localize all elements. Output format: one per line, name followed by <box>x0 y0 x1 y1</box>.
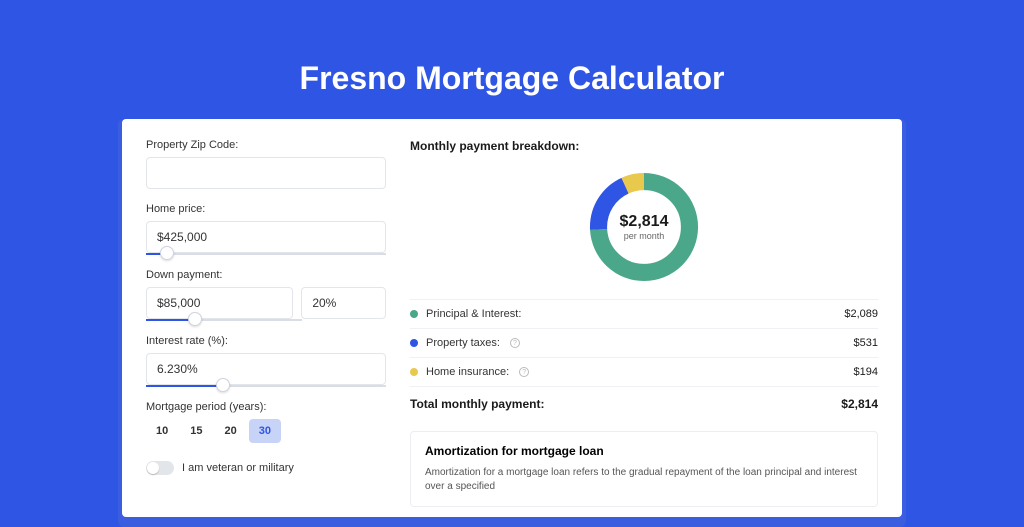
veteran-row: I am veteran or military <box>146 461 386 475</box>
donut-chart: $2,814 per month <box>584 167 704 287</box>
zip-label: Property Zip Code: <box>146 139 386 151</box>
interest-input[interactable] <box>146 353 386 385</box>
slider-thumb[interactable] <box>188 312 202 326</box>
legend-value: $2,089 <box>844 308 878 320</box>
down-payment-field: Down payment: <box>146 269 386 321</box>
home-price-slider[interactable] <box>146 253 386 255</box>
donut-chart-wrap: $2,814 per month <box>410 163 878 299</box>
breakdown-heading: Monthly payment breakdown: <box>410 139 878 153</box>
down-payment-slider[interactable] <box>146 319 302 321</box>
legend-taxes: Property taxes: ? $531 <box>410 328 878 357</box>
down-payment-input[interactable] <box>146 287 293 319</box>
period-15[interactable]: 15 <box>180 419 212 443</box>
donut-center: $2,814 per month <box>584 167 704 287</box>
zip-input[interactable] <box>146 157 386 189</box>
dot-icon <box>410 339 418 347</box>
dot-icon <box>410 310 418 318</box>
legend-value: $194 <box>854 366 878 378</box>
home-price-field: Home price: <box>146 203 386 255</box>
zip-field: Property Zip Code: <box>146 139 386 189</box>
info-icon[interactable]: ? <box>519 367 529 377</box>
interest-label: Interest rate (%): <box>146 335 386 347</box>
period-20[interactable]: 20 <box>215 419 247 443</box>
veteran-toggle[interactable] <box>146 461 174 475</box>
period-label: Mortgage period (years): <box>146 401 386 413</box>
interest-slider[interactable] <box>146 385 386 387</box>
slider-thumb[interactable] <box>216 378 230 392</box>
total-value: $2,814 <box>841 397 878 411</box>
total-label: Total monthly payment: <box>410 397 544 411</box>
slider-thumb[interactable] <box>160 246 174 260</box>
amortization-text: Amortization for a mortgage loan refers … <box>425 466 863 494</box>
amortization-box: Amortization for mortgage loan Amortizat… <box>410 431 878 507</box>
period-field: Mortgage period (years): 10 15 20 30 <box>146 401 386 443</box>
period-options: 10 15 20 30 <box>146 419 386 443</box>
breakdown-column: Monthly payment breakdown: $2,814 per mo… <box>410 139 878 507</box>
down-payment-label: Down payment: <box>146 269 386 281</box>
dot-icon <box>410 368 418 376</box>
calculator-card: Property Zip Code: Home price: Down paym… <box>122 119 902 517</box>
legend-label: Principal & Interest: <box>426 308 521 320</box>
home-price-label: Home price: <box>146 203 386 215</box>
home-price-input[interactable] <box>146 221 386 253</box>
interest-field: Interest rate (%): <box>146 335 386 387</box>
form-column: Property Zip Code: Home price: Down paym… <box>146 139 386 507</box>
legend-label: Home insurance: <box>426 366 509 378</box>
legend-value: $531 <box>854 337 878 349</box>
amortization-title: Amortization for mortgage loan <box>425 444 863 458</box>
page-title: Fresno Mortgage Calculator <box>0 0 1024 119</box>
info-icon[interactable]: ? <box>510 338 520 348</box>
legend-insurance: Home insurance: ? $194 <box>410 357 878 386</box>
legend-label: Property taxes: <box>426 337 500 349</box>
donut-amount: $2,814 <box>620 213 669 231</box>
total-row: Total monthly payment: $2,814 <box>410 386 878 421</box>
legend-principal: Principal & Interest: $2,089 <box>410 299 878 328</box>
veteran-label: I am veteran or military <box>182 462 294 474</box>
period-30[interactable]: 30 <box>249 419 281 443</box>
down-payment-pct-input[interactable] <box>301 287 386 319</box>
period-10[interactable]: 10 <box>146 419 178 443</box>
card-shadow: Property Zip Code: Home price: Down paym… <box>118 119 906 527</box>
donut-sub: per month <box>624 231 665 241</box>
toggle-knob <box>147 462 159 474</box>
